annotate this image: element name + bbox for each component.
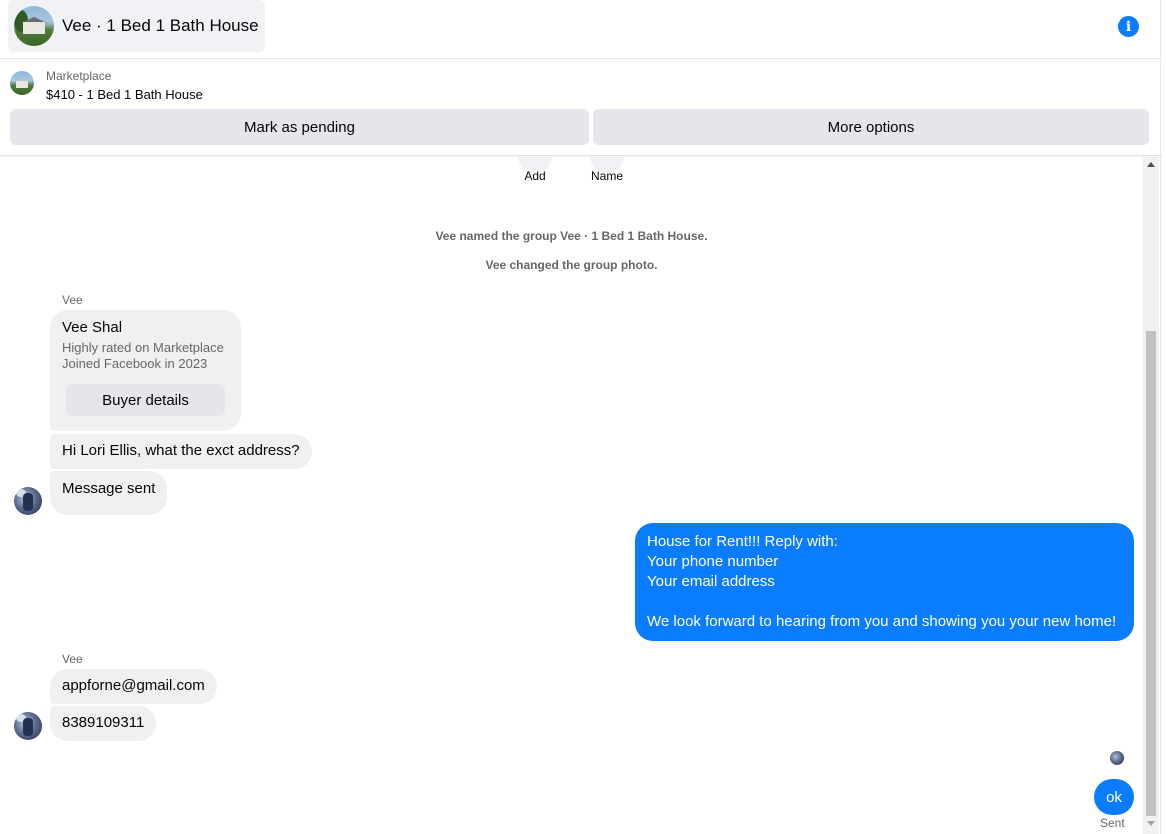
listing-title[interactable]: $410 - 1 Bed 1 Bath House: [46, 87, 203, 102]
message-status: Sent: [1100, 816, 1125, 830]
messenger-chat-window: Vee · 1 Bed 1 Bath House i Marketplace $…: [0, 0, 1166, 834]
more-options-button[interactable]: More options: [593, 109, 1149, 145]
conversation-title: Vee · 1 Bed 1 Bath House: [62, 16, 259, 35]
message-bubble[interactable]: Hi Lori Ellis, what the exct address?: [50, 434, 312, 469]
add-people-label: Add: [524, 169, 546, 183]
profile-card: Vee Shal Highly rated on Marketplace Joi…: [50, 310, 241, 431]
system-message: Vee changed the group photo.: [485, 258, 658, 272]
message-list[interactable]: Add Name Vee named the group Vee · 1 Bed…: [0, 157, 1143, 834]
marketplace-listing-bar: Marketplace $410 - 1 Bed 1 Bath House Ma…: [0, 60, 1162, 156]
group-photo-avatar: [14, 6, 54, 46]
sender-name: Vee: [62, 293, 83, 307]
sender-avatar[interactable]: [14, 712, 42, 740]
info-icon[interactable]: i: [1118, 16, 1139, 37]
name-group-label: Name: [590, 169, 623, 183]
outgoing-message-bubble[interactable]: House for Rent!!! Reply with: Your phone…: [635, 523, 1134, 641]
listing-thumbnail[interactable]: [10, 71, 34, 95]
scrollbar-thumb[interactable]: [1146, 331, 1156, 816]
profile-rating: Highly rated on Marketplace: [62, 340, 224, 355]
listing-source: Marketplace: [46, 69, 112, 83]
buyer-details-button[interactable]: Buyer details: [66, 384, 225, 416]
message-scrollbar[interactable]: [1143, 157, 1159, 834]
listing-actions: Mark as pending More options: [10, 109, 1149, 145]
read-receipt-avatar: [1110, 751, 1124, 765]
scroll-down-icon[interactable]: [1147, 821, 1155, 826]
sender-name: Vee: [62, 652, 83, 666]
message-bubble[interactable]: Message sent: [50, 471, 168, 515]
system-message: Vee named the group Vee · 1 Bed 1 Bath H…: [435, 229, 708, 243]
message-bubble[interactable]: 8389109311: [50, 706, 157, 741]
message-bubble[interactable]: appforne@gmail.com: [50, 669, 217, 704]
scroll-up-icon[interactable]: [1147, 162, 1155, 167]
sender-avatar[interactable]: [14, 487, 42, 515]
profile-name: Vee Shal: [62, 319, 123, 336]
conversation-title-button[interactable]: Vee · 1 Bed 1 Bath House: [8, 0, 265, 52]
chat-header: Vee · 1 Bed 1 Bath House i: [0, 0, 1162, 59]
profile-joined: Joined Facebook in 2023: [62, 356, 208, 371]
mark-as-pending-button[interactable]: Mark as pending: [10, 109, 589, 145]
outgoing-message-bubble[interactable]: ok: [1094, 779, 1134, 815]
window-edge: [1160, 0, 1161, 834]
